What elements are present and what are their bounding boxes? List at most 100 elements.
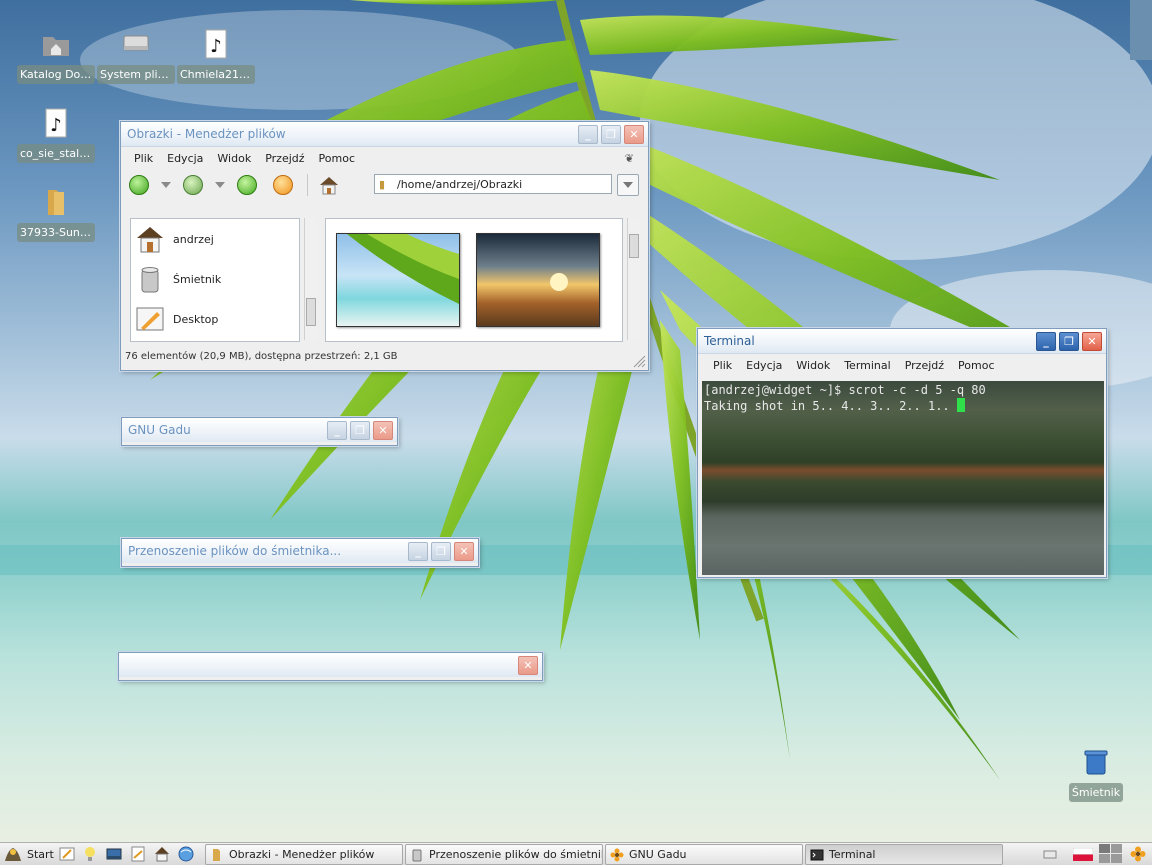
terminal-text: [andrzej@widget ~]$ scrot -c -d 5 -q 80 … [704, 382, 986, 414]
task-gnu-gadu[interactable]: GNU Gadu [605, 844, 803, 865]
terminal-menubar: Plik Edycja Widok Terminal Przejdź Pomoc [698, 354, 1106, 376]
menu-plik[interactable]: Plik [134, 152, 153, 165]
keyboard-tray-icon[interactable] [1043, 847, 1057, 861]
gnu-gadu-titlebar[interactable]: GNU Gadu _ ❐ ✕ [122, 418, 397, 442]
untitled-titlebar[interactable]: ✕ [119, 653, 542, 677]
text-editor-launcher-icon[interactable] [59, 846, 75, 862]
desktop-icon-label: 37933-Sunw... [17, 223, 95, 242]
desktop-icon-home-folder[interactable]: Katalog Dom... [17, 28, 95, 87]
taskbar: Start Obrazki - Menedżer plików Przenosz… [0, 842, 1152, 865]
forward-history-dropdown[interactable] [215, 182, 225, 188]
folder-icon [213, 848, 220, 861]
maximize-button[interactable]: ❐ [1059, 332, 1079, 351]
forward-button[interactable] [183, 175, 203, 195]
desktop-icon-trash[interactable]: Śmietnik [1057, 746, 1135, 805]
task-file-manager[interactable]: Obrazki - Menedżer plików [205, 844, 403, 865]
window-title: Obrazki - Menedżer plików [127, 127, 286, 141]
places-scrollbar[interactable] [304, 218, 317, 340]
menu-przejdz[interactable]: Przejdź [905, 359, 944, 372]
maximize-icon: ❐ [606, 128, 616, 141]
minimize-icon: _ [1043, 335, 1049, 348]
close-button[interactable]: ✕ [1082, 332, 1102, 351]
task-trash-progress[interactable]: Przenoszenie plików do śmietnika... [405, 844, 603, 865]
maximize-icon: ❐ [355, 424, 365, 437]
terminal-output[interactable]: [andrzej@widget ~]$ scrot -c -d 5 -q 80 … [702, 381, 1104, 575]
task-label: Przenoszenie plików do śmietnika... [429, 848, 602, 861]
music-file-icon: ♪ [205, 29, 227, 59]
menu-terminal[interactable]: Terminal [844, 359, 891, 372]
place-andrzej[interactable]: andrzej [135, 221, 214, 257]
untitled-window: ✕ [118, 652, 543, 681]
task-label: GNU Gadu [629, 848, 687, 861]
menu-pomoc[interactable]: Pomoc [958, 359, 994, 372]
menu-edycja[interactable]: Edycja [167, 152, 203, 165]
desktop-icon-file-system[interactable]: System plików [97, 28, 175, 87]
icon-view-scrollbar[interactable] [627, 218, 640, 340]
menu-pomoc[interactable]: Pomoc [319, 152, 355, 165]
menu-widok[interactable]: Widok [217, 152, 251, 165]
resize-grip-icon[interactable] [632, 354, 646, 368]
minimize-button[interactable]: _ [327, 421, 347, 440]
menu-przejdz[interactable]: Przejdź [265, 152, 304, 165]
maximize-icon: ❐ [1064, 335, 1074, 348]
file-manager-menubar: Plik Edycja Widok Przejdź Pomoc ❦ [121, 147, 648, 169]
location-dropdown-button[interactable] [617, 174, 639, 196]
close-icon: ✕ [459, 545, 469, 558]
place-desktop[interactable]: Desktop [135, 301, 218, 337]
scrollbar-thumb[interactable] [306, 298, 316, 326]
maximize-button[interactable]: ❐ [601, 125, 621, 144]
home-folder-icon [43, 37, 69, 56]
image-thumbnail-sunset[interactable] [476, 233, 600, 327]
image-thumbnail-palm[interactable] [336, 233, 460, 327]
reload-button[interactable] [273, 175, 293, 195]
terminal-titlebar[interactable]: Terminal _ ❐ ✕ [698, 329, 1106, 354]
back-history-dropdown[interactable] [161, 182, 171, 188]
desktop-icon-music-file-2[interactable]: ♪ co_sie_stalo_... [17, 107, 95, 166]
desktop: Katalog Dom... System plików ♪ Chmiela21… [0, 0, 1152, 842]
lightbulb-launcher-icon[interactable] [82, 846, 98, 862]
web-browser-launcher-icon[interactable] [178, 846, 194, 862]
back-button[interactable] [129, 175, 149, 195]
minimize-button[interactable]: _ [1036, 332, 1056, 351]
maximize-button[interactable]: ❐ [431, 542, 451, 561]
home-launcher-icon[interactable] [154, 846, 170, 862]
place-label: Desktop [173, 312, 219, 326]
menu-plik[interactable]: Plik [713, 359, 732, 372]
terminal-window: Terminal _ ❐ ✕ Plik Edycja Widok Termina… [697, 328, 1107, 578]
menu-widok[interactable]: Widok [796, 359, 830, 372]
status-bar: 76 elementów (20,9 MB), dostępna przestr… [125, 351, 398, 362]
terminal-icon [810, 849, 824, 860]
menu-edycja[interactable]: Edycja [746, 359, 782, 372]
places-sidebar: andrzej Śmietnik Desktop [130, 218, 300, 342]
palm-image-preview [347, 234, 459, 304]
polish-flag-icon[interactable] [1073, 848, 1093, 861]
workspace-pager[interactable] [1099, 844, 1123, 864]
close-button[interactable]: ✕ [373, 421, 393, 440]
file-manager-window: Obrazki - Menedżer plików _ ❐ ✕ Plik Edy… [120, 121, 649, 371]
toolbar-separator [307, 174, 308, 196]
location-input[interactable]: ▮ /home/andrzej/Obrazki [374, 174, 612, 194]
maximize-button[interactable]: ❐ [350, 421, 370, 440]
gnu-gadu-window: GNU Gadu _ ❐ ✕ [121, 417, 398, 446]
gadu-tray-icon[interactable] [1130, 846, 1146, 862]
scrollbar-thumb[interactable] [629, 234, 639, 258]
up-button[interactable] [237, 175, 257, 195]
close-button[interactable]: ✕ [454, 542, 474, 561]
task-terminal[interactable]: Terminal [805, 844, 1003, 865]
place-trash[interactable]: Śmietnik [135, 261, 221, 297]
close-button[interactable]: ✕ [518, 656, 538, 675]
terminal-line: [andrzej@widget ~]$ scrot -c -d 5 -q 80 [704, 383, 986, 397]
show-desktop-launcher-icon[interactable] [106, 846, 122, 862]
minimize-button[interactable]: _ [578, 125, 598, 144]
close-icon: ✕ [378, 424, 388, 437]
folder-icon: ▮ [379, 178, 386, 191]
close-button[interactable]: ✕ [624, 125, 644, 144]
start-button[interactable]: Start [4, 846, 54, 862]
file-manager-titlebar[interactable]: Obrazki - Menedżer plików _ ❐ ✕ [121, 122, 648, 147]
notes-launcher-icon[interactable] [130, 846, 146, 862]
home-button[interactable] [318, 175, 340, 195]
trash-progress-titlebar[interactable]: Przenoszenie plików do śmietnika... _ ❐ … [122, 539, 478, 563]
desktop-icon-music-file[interactable]: ♪ Chmiela2121... [177, 28, 255, 87]
desktop-icon-folder[interactable]: 37933-Sunw... [17, 186, 95, 245]
minimize-button[interactable]: _ [408, 542, 428, 561]
